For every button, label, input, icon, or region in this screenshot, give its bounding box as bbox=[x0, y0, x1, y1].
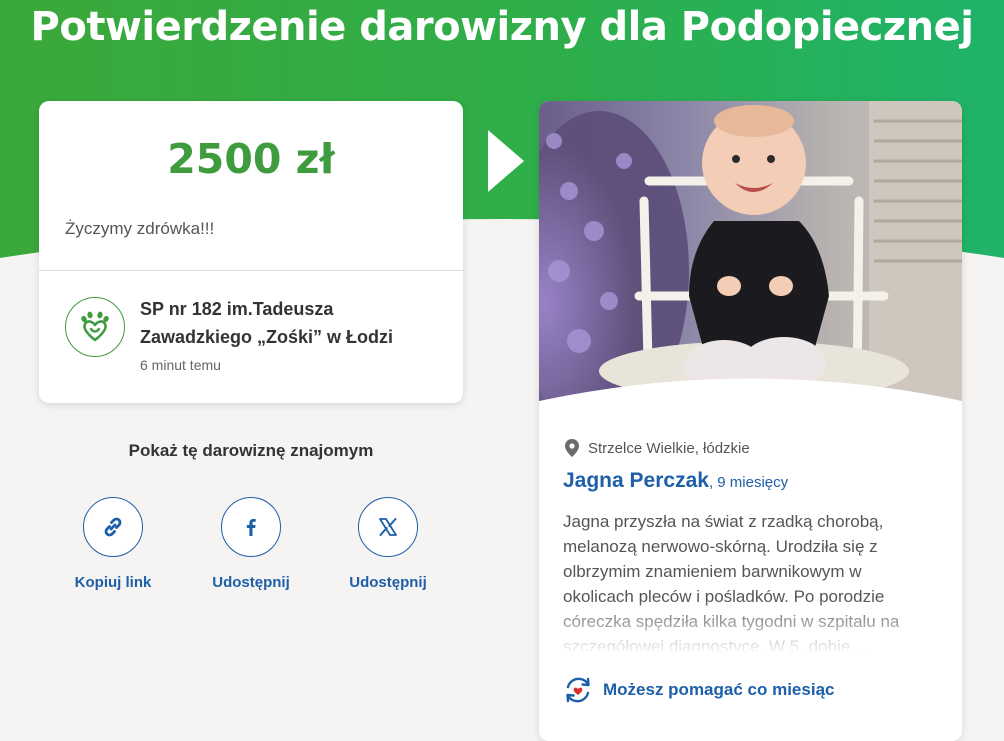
donation-card: 2500 zł Życzymy zdrówka!!! SP nr 182 im.… bbox=[39, 101, 463, 403]
facebook-icon[interactable] bbox=[221, 497, 281, 557]
beneficiary-name[interactable]: Jagna Perczak bbox=[563, 469, 709, 492]
arrow-right-icon bbox=[488, 130, 524, 192]
page-title: Potwierdzenie darowizny dla Podopiecznej bbox=[30, 4, 974, 50]
description-fade bbox=[563, 599, 943, 655]
beneficiary-age: 9 miesięcy bbox=[717, 474, 789, 491]
baby-photo[interactable] bbox=[539, 101, 962, 421]
monthly-support-link[interactable]: Możesz pomagać co miesiąc bbox=[563, 675, 834, 705]
share-facebook-button[interactable]: Udostępnij bbox=[191, 497, 311, 591]
share-x-label[interactable]: Udostępnij bbox=[328, 574, 448, 591]
donor-name: SP nr 182 im.Tadeusza Zawadzkiego „Zośki… bbox=[140, 299, 394, 347]
share-title: Pokaż tę darowiznę znajomym bbox=[128, 441, 374, 460]
beneficiary-card[interactable]: Strzelce Wielkie, łódzkie Jagna Perczak,… bbox=[539, 101, 962, 741]
copy-link-button[interactable]: Kopiuj link bbox=[53, 497, 173, 591]
beneficiary-name-line: Jagna Perczak, 9 miesięcy bbox=[563, 469, 788, 493]
divider bbox=[39, 270, 463, 271]
share-x-button[interactable]: Udostępnij bbox=[328, 497, 448, 591]
share-facebook-label[interactable]: Udostępnij bbox=[191, 574, 311, 591]
location-pin-icon bbox=[565, 439, 579, 457]
x-icon[interactable] bbox=[358, 497, 418, 557]
recurring-heart-icon bbox=[566, 677, 590, 703]
donation-message: Życzymy zdrówka!!! bbox=[65, 219, 215, 238]
heart-hand-icon bbox=[65, 297, 125, 357]
location: Strzelce Wielkie, łódzkie bbox=[565, 439, 750, 457]
link-icon[interactable] bbox=[83, 497, 143, 557]
monthly-support-label[interactable]: Możesz pomagać co miesiąc bbox=[603, 680, 834, 700]
location-text: Strzelce Wielkie, łódzkie bbox=[588, 439, 750, 457]
copy-link-label[interactable]: Kopiuj link bbox=[53, 574, 173, 591]
donation-time: 6 minut temu bbox=[140, 357, 221, 373]
donation-amount: 2500 zł bbox=[167, 135, 335, 183]
